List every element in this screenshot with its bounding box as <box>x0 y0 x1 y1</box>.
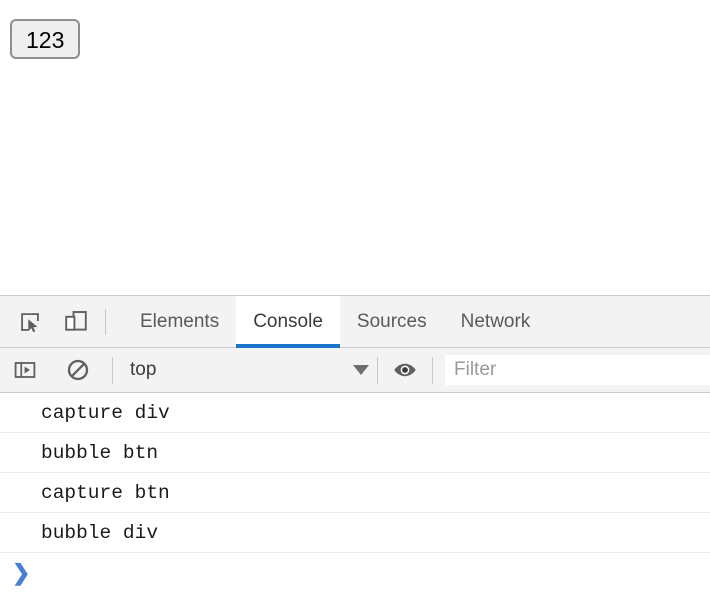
devtools-tabbar: Elements Console Sources Network <box>0 296 710 348</box>
console-prompt[interactable]: ❯ <box>0 553 710 593</box>
console-message-row[interactable]: capture btn <box>0 473 710 513</box>
console-sidebar-toggle-glyph <box>14 362 36 378</box>
console-message-text: bubble btn <box>41 441 159 464</box>
device-toolbar-glyph <box>65 310 87 331</box>
live-expression-glyph <box>394 363 416 377</box>
console-message-row[interactable]: bubble btn <box>0 433 710 473</box>
console-message-text: capture div <box>41 401 170 424</box>
tab-network-label: Network <box>460 310 531 332</box>
inspect-element-icon[interactable] <box>13 305 47 339</box>
tab-elements-label: Elements <box>140 310 220 332</box>
console-sidebar-toggle-icon[interactable] <box>9 354 41 386</box>
demo-counter-button[interactable]: 123 <box>10 19 81 59</box>
chevron-down-icon <box>353 365 369 375</box>
console-prompt-input[interactable] <box>30 553 710 593</box>
tab-elements[interactable]: Elements <box>123 296 236 347</box>
console-prompt-chevron-icon: ❯ <box>12 560 31 585</box>
eye-icon[interactable] <box>389 354 421 386</box>
tab-network[interactable]: Network <box>444 296 548 347</box>
device-toolbar-icon[interactable] <box>59 305 93 339</box>
inspect-element-glyph <box>21 312 39 332</box>
clear-console-glyph <box>67 359 89 381</box>
console-message-row[interactable]: capture div <box>0 393 710 433</box>
console-filter-toolbar: top <box>0 348 710 393</box>
devtools-panel: Elements Console Sources Network top Fil… <box>0 295 710 596</box>
web-page-viewport: 123 <box>0 0 710 295</box>
console-message-row[interactable]: bubble div <box>0 513 710 553</box>
tab-sources[interactable]: Sources <box>340 296 444 347</box>
console-toolbar-divider-3 <box>432 356 433 384</box>
execution-context-selector[interactable]: top <box>113 354 377 386</box>
execution-context-label: top <box>130 359 157 380</box>
tab-console[interactable]: Console <box>236 296 340 348</box>
console-toolbar-divider-2 <box>377 356 378 384</box>
console-filter-input[interactable] <box>445 355 710 385</box>
toolbar-divider <box>105 308 106 335</box>
devtools-tab-list: Elements Console Sources Network <box>123 296 548 348</box>
console-message-text: capture btn <box>41 481 170 504</box>
console-message-list: capture div bubble btn capture btn bubbl… <box>0 393 710 593</box>
tab-console-label: Console <box>253 310 323 332</box>
console-message-text: bubble div <box>41 521 159 544</box>
clear-console-icon[interactable] <box>62 354 94 386</box>
tab-sources-label: Sources <box>356 310 427 332</box>
